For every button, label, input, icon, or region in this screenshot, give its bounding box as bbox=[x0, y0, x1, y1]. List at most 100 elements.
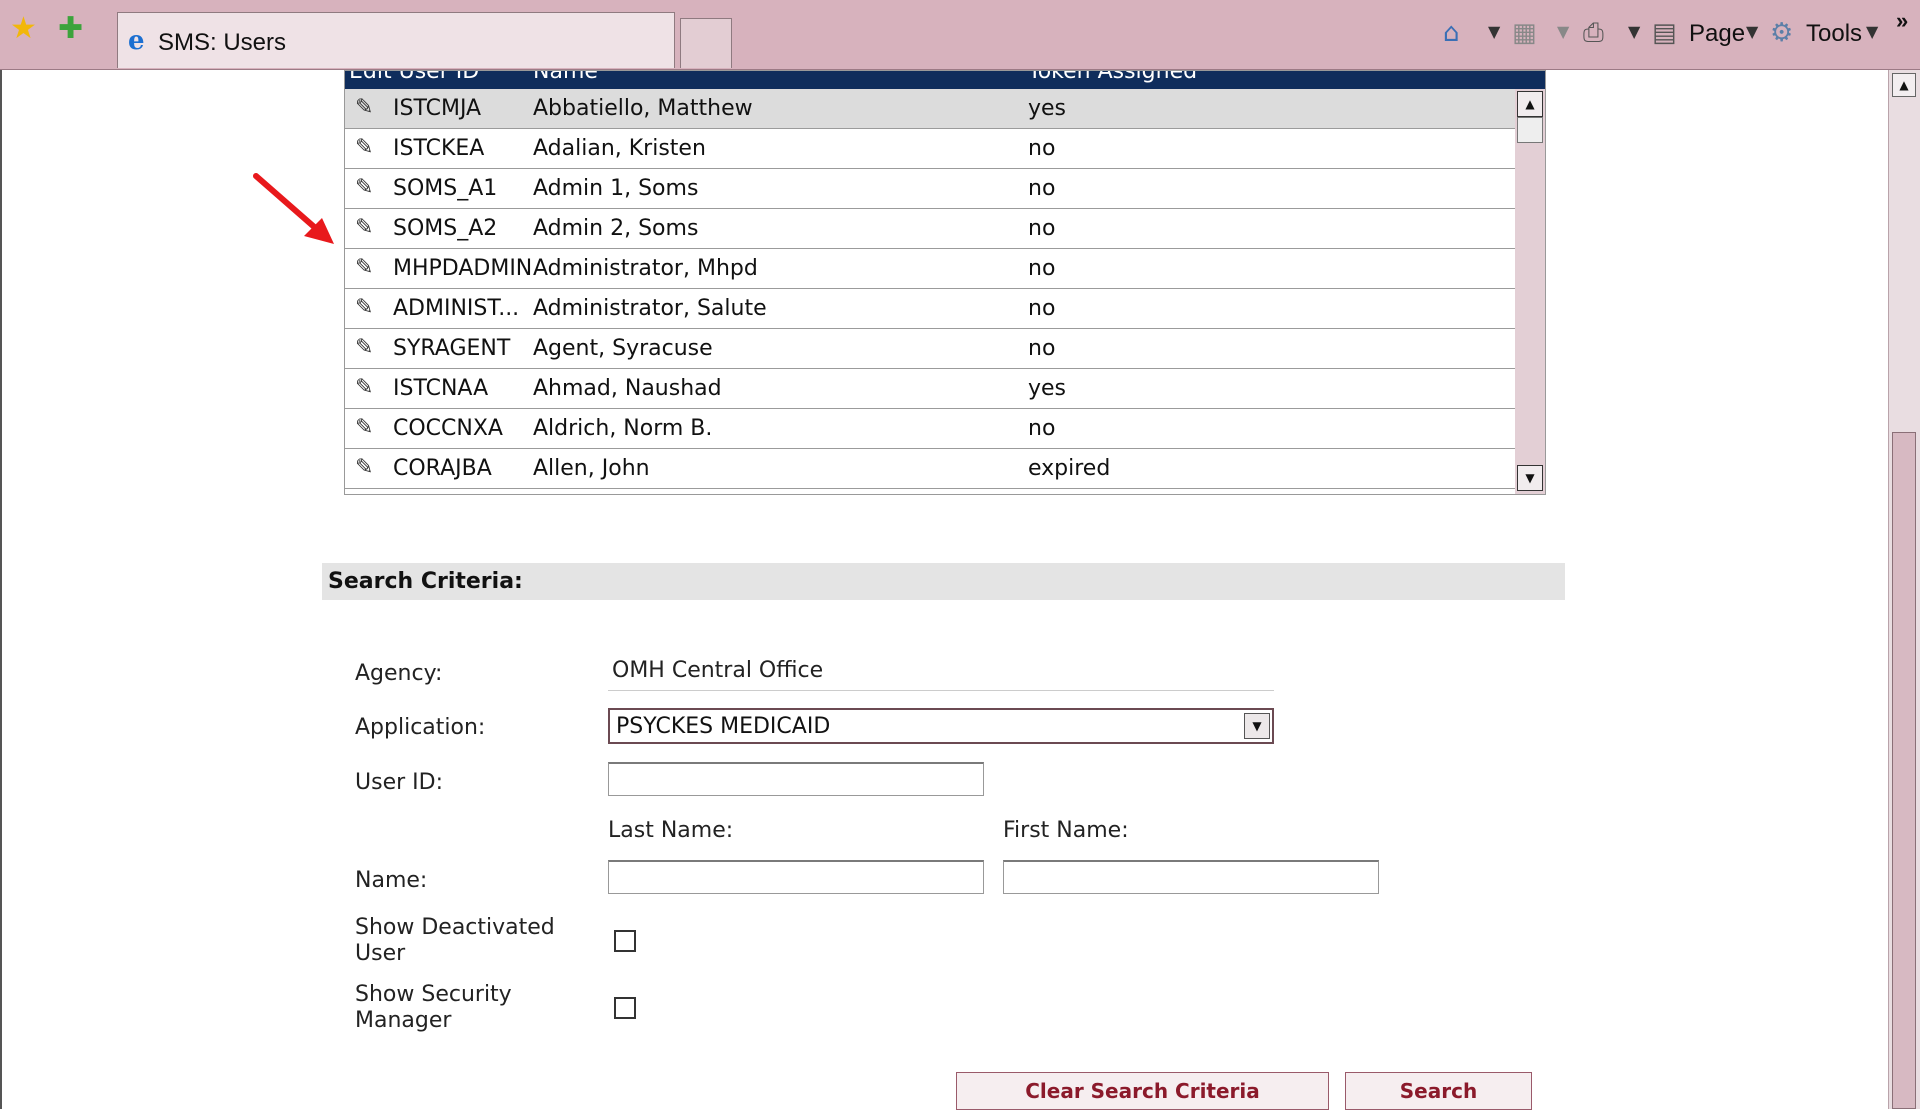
grid-scroll-up-icon[interactable]: ▲ bbox=[1517, 91, 1543, 117]
edit-pencil-icon[interactable]: ✎ bbox=[355, 95, 373, 120]
token-cell: no bbox=[1028, 256, 1056, 281]
user-id-cell: CORAJBA bbox=[393, 456, 492, 481]
user-id-cell: SOMS_A1 bbox=[393, 176, 498, 201]
feeds-dropdown-icon[interactable]: ▼ bbox=[1557, 22, 1569, 41]
table-row[interactable]: ✎ SOMS_A2 Admin 2, Soms no bbox=[345, 209, 1515, 249]
col-token-assigned[interactable]: Token Assigned bbox=[1028, 71, 1197, 84]
ie-logo-icon: e bbox=[128, 26, 145, 56]
name-cell: Adalian, Kristen bbox=[533, 136, 706, 161]
window-left-border bbox=[0, 70, 2, 1109]
page-menu[interactable]: Page bbox=[1689, 20, 1745, 48]
agency-underline bbox=[608, 690, 1274, 691]
show-security-manager-checkbox[interactable] bbox=[614, 997, 636, 1019]
application-label: Application: bbox=[355, 715, 486, 740]
show-deactivated-label-line1: Show Deactivated bbox=[355, 915, 555, 940]
page-scroll-thumb[interactable] bbox=[1892, 432, 1916, 1109]
table-row[interactable]: ✎ MHPDADMIN Administrator, Mhpd no bbox=[345, 249, 1515, 289]
grid-scroll-thumb[interactable] bbox=[1517, 117, 1543, 143]
tools-menu[interactable]: Tools bbox=[1806, 20, 1862, 48]
grid-header: Edit User ID Name Token Assigned bbox=[345, 71, 1545, 89]
name-cell: Abbatiello, Matthew bbox=[533, 96, 753, 121]
add-favorites-icon[interactable]: ✚ bbox=[58, 14, 83, 44]
application-select[interactable]: PSYCKES MEDICAID ▼ bbox=[608, 708, 1274, 744]
token-cell: no bbox=[1028, 336, 1056, 361]
home-dropdown-icon[interactable]: ▼ bbox=[1488, 22, 1500, 41]
table-row[interactable]: ✎ SOMS_A1 Admin 1, Soms no bbox=[345, 169, 1515, 209]
page-scrollbar[interactable]: ▲ bbox=[1888, 70, 1920, 1109]
user-id-cell: MHPDADMIN bbox=[393, 256, 533, 281]
token-cell: yes bbox=[1028, 96, 1067, 121]
table-row[interactable]: ✎ CORAJBA Allen, John expired bbox=[345, 449, 1515, 489]
table-row[interactable]: ✎ ISTCMJA Abbatiello, Matthew yes bbox=[345, 89, 1515, 129]
feeds-icon[interactable]: ▦ bbox=[1512, 18, 1537, 48]
browser-tab-active[interactable]: e SMS: Users bbox=[117, 12, 675, 68]
edit-pencil-icon[interactable]: ✎ bbox=[355, 375, 373, 400]
page-content: Edit User ID Name Token Assigned ✎ ISTCM… bbox=[322, 70, 1565, 1110]
user-id-input[interactable] bbox=[608, 762, 984, 796]
edit-pencil-icon[interactable]: ✎ bbox=[355, 135, 373, 160]
edit-pencil-icon[interactable]: ✎ bbox=[355, 335, 373, 360]
name-cell: Admin 1, Soms bbox=[533, 176, 699, 201]
user-id-cell: SYRAGENT bbox=[393, 336, 511, 361]
favorites-star-icon[interactable]: ★ bbox=[10, 14, 37, 44]
edit-pencil-icon[interactable]: ✎ bbox=[355, 215, 373, 240]
show-deactivated-label-line2: User bbox=[355, 941, 406, 966]
name-cell: Admin 2, Soms bbox=[533, 216, 699, 241]
page-dropdown-icon[interactable]: ▼ bbox=[1746, 22, 1758, 41]
search-button[interactable]: Search bbox=[1345, 1072, 1532, 1110]
name-cell: Administrator, Mhpd bbox=[533, 256, 758, 281]
print-icon[interactable]: ⎙ bbox=[1583, 18, 1604, 48]
grid-scrollbar[interactable]: ▲ ▼ bbox=[1515, 89, 1545, 494]
search-criteria-header: Search Criteria: bbox=[322, 563, 1565, 600]
token-cell: no bbox=[1028, 136, 1056, 161]
show-deactivated-checkbox[interactable] bbox=[614, 930, 636, 952]
edit-pencil-icon[interactable]: ✎ bbox=[355, 175, 373, 200]
token-cell: no bbox=[1028, 176, 1056, 201]
first-name-input[interactable] bbox=[1003, 860, 1379, 894]
table-row[interactable]: ✎ SYRAGENT Agent, Syracuse no bbox=[345, 329, 1515, 369]
user-id-cell: ISTCMJA bbox=[393, 96, 482, 121]
edit-pencil-icon[interactable]: ✎ bbox=[355, 255, 373, 280]
edit-pencil-icon[interactable]: ✎ bbox=[355, 455, 373, 480]
last-name-label: Last Name: bbox=[608, 818, 734, 843]
users-grid: Edit User ID Name Token Assigned ✎ ISTCM… bbox=[344, 70, 1546, 495]
home-icon[interactable]: ⌂ bbox=[1443, 18, 1460, 48]
agency-label: Agency: bbox=[355, 661, 443, 686]
table-row[interactable]: ✎ ISTCNAA Ahmad, Naushad yes bbox=[345, 369, 1515, 409]
browser-toolbar: ★ ✚ e SMS: Users ⌂ ▼ ▦ ▼ ⎙ ▼ ▤ Page ▼ ⚙ … bbox=[0, 0, 1920, 70]
name-cell: Ahmad, Naushad bbox=[533, 376, 722, 401]
name-cell: Aldrich, Norm B. bbox=[533, 416, 713, 441]
table-row[interactable]: ✎ ADMINIST... Administrator, Salute no bbox=[345, 289, 1515, 329]
edit-pencil-icon[interactable]: ✎ bbox=[355, 295, 373, 320]
user-id-cell: ISTCNAA bbox=[393, 376, 489, 401]
token-cell: expired bbox=[1028, 456, 1111, 481]
edit-pencil-icon[interactable]: ✎ bbox=[355, 415, 373, 440]
col-name[interactable]: Name bbox=[533, 71, 598, 84]
last-name-input[interactable] bbox=[608, 860, 984, 894]
token-cell: no bbox=[1028, 296, 1056, 321]
table-row[interactable]: ✎ COCCNXA Aldrich, Norm B. no bbox=[345, 409, 1515, 449]
page-scroll-up-icon[interactable]: ▲ bbox=[1892, 73, 1916, 97]
token-cell: yes bbox=[1028, 376, 1067, 401]
toolbar-overflow-icon[interactable]: » bbox=[1896, 8, 1908, 34]
user-id-cell: ISTCKEA bbox=[393, 136, 485, 161]
user-id-cell: COCCNXA bbox=[393, 416, 503, 441]
name-cell: Allen, John bbox=[533, 456, 650, 481]
application-selected-value: PSYCKES MEDICAID bbox=[616, 714, 831, 739]
name-label: Name: bbox=[355, 868, 428, 893]
col-edit-user-id[interactable]: Edit User ID bbox=[349, 71, 479, 84]
grid-scroll-down-icon[interactable]: ▼ bbox=[1517, 465, 1543, 491]
new-tab-button[interactable] bbox=[680, 18, 732, 68]
chevron-down-icon[interactable]: ▼ bbox=[1244, 713, 1270, 739]
user-id-label: User ID: bbox=[355, 770, 443, 795]
page-icon[interactable]: ▤ bbox=[1652, 18, 1677, 48]
clear-search-criteria-button[interactable]: Clear Search Criteria bbox=[956, 1072, 1329, 1110]
print-dropdown-icon[interactable]: ▼ bbox=[1628, 22, 1640, 41]
token-cell: no bbox=[1028, 416, 1056, 441]
agency-value: OMH Central Office bbox=[612, 658, 824, 683]
tools-dropdown-icon[interactable]: ▼ bbox=[1866, 22, 1878, 41]
tools-gear-icon[interactable]: ⚙ bbox=[1770, 18, 1793, 48]
table-row[interactable]: ✎ ISTCKEA Adalian, Kristen no bbox=[345, 129, 1515, 169]
token-cell: no bbox=[1028, 216, 1056, 241]
show-security-label-line1: Show Security bbox=[355, 982, 512, 1007]
